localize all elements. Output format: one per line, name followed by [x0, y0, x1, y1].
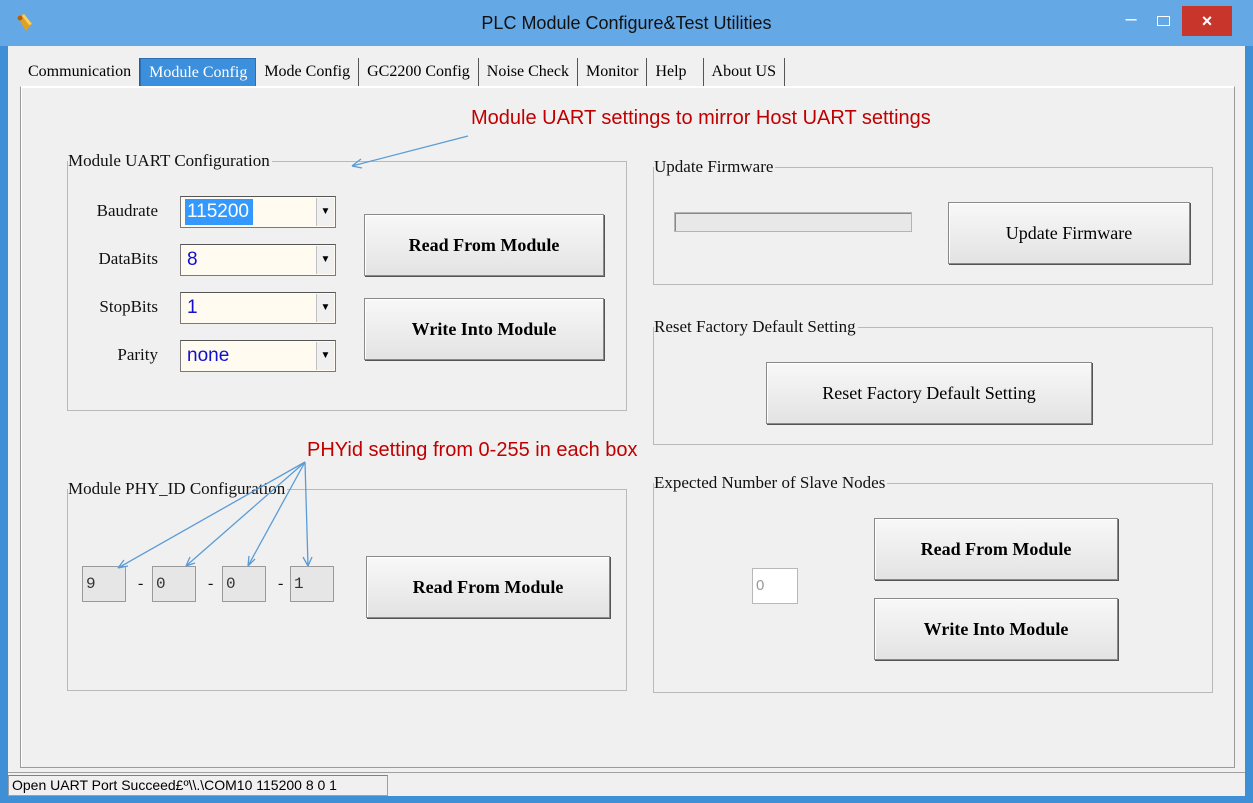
status-text: Open UART Port Succeed£º\\.\COM10 115200…: [8, 775, 388, 796]
tab-module-config[interactable]: Module Config: [140, 58, 257, 86]
slave-read-button[interactable]: Read From Module: [874, 518, 1118, 580]
slave-nodes-group: Expected Number of Slave Nodes 0 Read Fr…: [653, 473, 1213, 693]
slave-nodes-title: Expected Number of Slave Nodes: [654, 473, 888, 493]
phy-id-field-4[interactable]: 1: [290, 566, 334, 602]
parity-label: Parity: [117, 345, 158, 364]
uart-read-button[interactable]: Read From Module: [364, 214, 604, 276]
chevron-down-icon[interactable]: ▼: [316, 246, 334, 274]
client-area: Communication Module Config Mode Config …: [8, 46, 1245, 795]
tab-help[interactable]: Help: [647, 58, 695, 86]
stopbits-value: 1: [187, 297, 198, 318]
databits-value: 8: [187, 249, 198, 270]
phy-id-field-3[interactable]: 0: [222, 566, 266, 602]
phy-separator: -: [138, 575, 144, 592]
chevron-down-icon[interactable]: ▼: [316, 294, 334, 322]
uart-write-button[interactable]: Write Into Module: [364, 298, 604, 360]
tab-mode-config[interactable]: Mode Config: [256, 58, 360, 86]
phy-separator: -: [208, 575, 214, 592]
maximize-icon: [1156, 16, 1170, 26]
databits-select[interactable]: 8 ▼: [180, 244, 336, 276]
tab-communication[interactable]: Communication: [20, 58, 141, 86]
app-window: PLC Module Configure&Test Utilities – × …: [0, 0, 1253, 803]
parity-value: none: [187, 345, 230, 366]
phy-id-field-1[interactable]: 9: [82, 566, 126, 602]
baudrate-value: 115200: [185, 199, 253, 225]
uart-config-title: Module UART Configuration: [68, 151, 272, 171]
phy-read-button[interactable]: Read From Module: [366, 556, 610, 618]
minimize-button[interactable]: –: [1118, 8, 1144, 36]
factory-reset-group: Reset Factory Default Setting Reset Fact…: [653, 317, 1213, 445]
module-config-page: Module UART Configuration Baudrate 11520…: [20, 86, 1235, 768]
tab-noise-check[interactable]: Noise Check: [478, 58, 578, 86]
status-bar: Open UART Port Succeed£º\\.\COM10 115200…: [8, 772, 1245, 796]
phy-annotation: PHYid setting from 0-255 in each box: [307, 439, 638, 461]
phy-separator: -: [278, 575, 284, 592]
firmware-progress-bar: [674, 212, 912, 232]
phy-config-group: Module PHY_ID Configuration 9 - 0 - 0 - …: [67, 479, 627, 691]
parity-select[interactable]: none ▼: [180, 340, 336, 372]
stopbits-select[interactable]: 1 ▼: [180, 292, 336, 324]
baudrate-select[interactable]: 115200 ▼: [180, 196, 336, 228]
factory-reset-title: Reset Factory Default Setting: [654, 317, 858, 337]
uart-annotation: Module UART settings to mirror Host UART…: [471, 107, 931, 129]
update-firmware-button[interactable]: Update Firmware: [948, 202, 1190, 264]
slave-write-button[interactable]: Write Into Module: [874, 598, 1118, 660]
tab-monitor[interactable]: Monitor: [577, 58, 648, 86]
title-bar[interactable]: PLC Module Configure&Test Utilities – ×: [0, 0, 1253, 46]
phy-config-title: Module PHY_ID Configuration: [68, 479, 288, 499]
reset-factory-button[interactable]: Reset Factory Default Setting: [766, 362, 1092, 424]
chevron-down-icon[interactable]: ▼: [316, 342, 334, 370]
phy-id-field-2[interactable]: 0: [152, 566, 196, 602]
maximize-button[interactable]: [1150, 8, 1176, 36]
firmware-group: Update Firmware Update Firmware: [653, 157, 1213, 285]
slave-nodes-input[interactable]: 0: [752, 568, 798, 604]
phy-id-inputs: 9 - 0 - 0 - 1: [82, 566, 342, 602]
tab-about-us[interactable]: About US: [702, 58, 785, 86]
tab-strip: Communication Module Config Mode Config …: [20, 58, 785, 86]
window-title: PLC Module Configure&Test Utilities: [481, 13, 772, 33]
tab-gc2200-config[interactable]: GC2200 Config: [359, 58, 479, 86]
baudrate-label: Baudrate: [96, 201, 158, 220]
stopbits-label: StopBits: [99, 297, 158, 316]
close-button[interactable]: ×: [1182, 6, 1232, 36]
uart-config-group: Module UART Configuration Baudrate 11520…: [67, 151, 627, 411]
databits-label: DataBits: [98, 249, 159, 268]
chevron-down-icon[interactable]: ▼: [316, 198, 334, 226]
firmware-title: Update Firmware: [654, 157, 776, 177]
